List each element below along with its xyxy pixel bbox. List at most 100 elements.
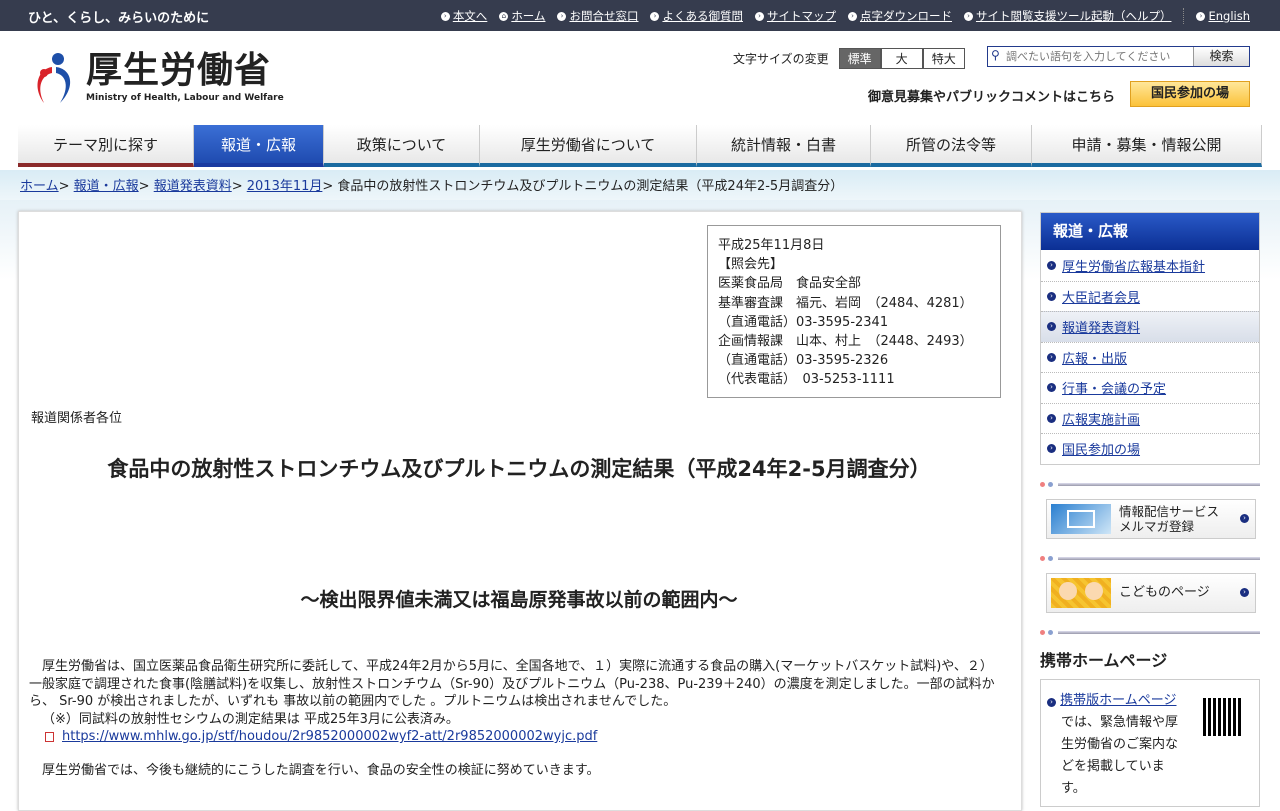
contact-line: 【照会先】 — [718, 257, 784, 273]
kokumin-button[interactable]: 国民参加の場 — [1130, 81, 1250, 107]
font-size-label: 文字サイズの変更 — [733, 52, 829, 66]
nav-about[interactable]: 厚生労働省について — [480, 125, 697, 167]
sidebar-link[interactable]: 行事・会議の予定 — [1062, 378, 1166, 397]
breadcrumb-releases[interactable]: 報道発表資料 — [154, 179, 232, 194]
contact-box: 平成25年11月8日 【照会先】 医薬食品局 食品安全部 基準審査課 福元、岩岡… — [707, 225, 1001, 398]
breadcrumb-home[interactable]: ホーム — [20, 179, 59, 194]
article-body: 厚生労働省は、国立医薬品食品衛生研究所に委託して、平成24年2月から5月に、全国… — [29, 658, 1004, 779]
font-size-xlarge[interactable]: 特大 — [922, 48, 965, 69]
nav-policy[interactable]: 政策について — [324, 125, 480, 167]
release-date: 平成25年11月8日 — [718, 238, 825, 253]
breadcrumb-month[interactable]: 2013年11月 — [247, 179, 323, 194]
sidebar-link[interactable]: 広報・出版 — [1062, 348, 1127, 367]
mobile-text: では、緊急情報や厚生労働省のご案内などを掲載しています。 — [1061, 714, 1179, 796]
tagline: ひと、くらし、みらいのために — [28, 11, 210, 26]
font-size-large[interactable]: 大 — [880, 48, 923, 69]
pdf-icon — [45, 731, 54, 742]
sidebar-link[interactable]: 厚生労働省広報基本指針 — [1062, 256, 1205, 275]
sidebar-link[interactable]: 報道発表資料 — [1062, 317, 1140, 336]
global-nav: テーマ別に探す 報道・広報 政策について 厚生労働省について 統計情報・白書 所… — [18, 125, 1262, 167]
font-size-control: 文字サイズの変更 標準 大 特大 — [733, 48, 965, 69]
kids-page-banner[interactable]: こどものページ › — [1046, 572, 1256, 613]
page-subtitle: ～検出限界値未満又は福島原発事故以前の範囲内～ — [300, 589, 738, 611]
paragraph: 厚生労働省では、今後も継続的にこうした調査を行い、食品の安全性の検証に努めていき… — [42, 762, 600, 778]
link-contact[interactable]: › お問合せ窓口 — [557, 8, 638, 24]
logo-text: 厚生労働省 — [86, 50, 272, 91]
link-label: お問合せ窓口 — [569, 9, 639, 23]
sidebar-item[interactable]: › 大臣記者会見 — [1041, 280, 1259, 312]
page-title: 食品中の放射性ストロンチウム及びプルトニウムの測定結果（平成24年2-5月調査分… — [107, 457, 931, 481]
search-icon: ⚲ — [991, 48, 1000, 62]
main-content: 平成25年11月8日 【照会先】 医薬食品局 食品安全部 基準審査課 福元、岩岡… — [18, 211, 1022, 811]
sidebar-item[interactable]: › 厚生労働省広報基本指針 — [1041, 250, 1259, 281]
pdf-link[interactable]: https://www.mhlw.go.jp/stf/houdou/2r9852… — [62, 729, 597, 744]
link-english[interactable]: › English — [1183, 8, 1250, 24]
banner-line: 情報配信サービス — [1119, 503, 1220, 519]
arrow-icon: › — [1047, 260, 1056, 270]
sidebar-item[interactable]: › 広報・出版 — [1041, 341, 1259, 373]
contact-line: （代表電話） 03-5253-1111 — [718, 372, 895, 388]
link-accessibility-tool[interactable]: › サイト閲覧支援ツール起動（ヘルプ） — [963, 8, 1172, 24]
arrow-icon: › — [1240, 588, 1249, 597]
header: 厚生労働省 Ministry of Health, Labour and Wel… — [0, 31, 1280, 123]
note: （※）同試料の放射性セシウムの測定結果は 平成25年3月に公表済み。 — [42, 711, 459, 727]
nav-applications[interactable]: 申請・募集・情報公開 — [1032, 125, 1262, 167]
search-button[interactable]: 検索 — [1193, 47, 1249, 66]
arrow-icon: › — [557, 11, 567, 21]
link-label: サイト閲覧支援ツール起動（ヘルプ） — [975, 9, 1172, 23]
breadcrumb-current: 食品中の放射性ストロンチウム及びプルトニウムの測定結果（平成24年2-5月調査分… — [337, 179, 844, 194]
search-box: ⚲ 検索 — [987, 46, 1250, 67]
arrow-icon: › — [1047, 383, 1056, 393]
banner-line: メルマガ登録 — [1119, 518, 1195, 534]
home-icon: ⌂ — [499, 11, 509, 21]
mobile-box: › 携帯版ホームページでは、緊急情報や厚生労働省のご案内などを掲載しています。 — [1040, 678, 1260, 807]
sidebar-link[interactable]: 大臣記者会見 — [1062, 287, 1140, 306]
arrow-icon: › — [1196, 11, 1206, 21]
link-braille[interactable]: › 点字ダウンロード — [847, 8, 952, 24]
sidebar-heading[interactable]: 報道・広報 — [1041, 213, 1259, 250]
arrow-icon: › — [1047, 697, 1056, 707]
nav-theme[interactable]: テーマ別に探す — [18, 125, 194, 167]
nav-statistics[interactable]: 統計情報・白書 — [697, 125, 871, 167]
sidebar-item[interactable]: › 広報実施計画 — [1041, 402, 1259, 434]
arrow-icon: › — [1047, 413, 1056, 423]
sidebar-item[interactable]: › 行事・会議の予定 — [1041, 372, 1259, 403]
sidebar-item-current[interactable]: › 報道発表資料 — [1041, 311, 1259, 342]
divider — [1040, 477, 1260, 493]
contact-line: 医薬食品局 食品安全部 — [718, 276, 862, 292]
link-faq[interactable]: › よくある御質問 — [650, 8, 743, 24]
nav-laws[interactable]: 所管の法令等 — [871, 125, 1032, 167]
children-icon — [1051, 577, 1111, 608]
sidebar-link[interactable]: 国民参加の場 — [1062, 439, 1140, 458]
mobile-link[interactable]: 携帯版ホームページ — [1060, 693, 1176, 708]
nav-press[interactable]: 報道・広報 — [194, 125, 324, 167]
breadcrumb-press[interactable]: 報道・広報 — [74, 179, 139, 194]
top-bar: ひと、くらし、みらいのために › 本文へ ⌂ ホーム › お問合せ窓口 › よくある御質… — [0, 0, 1280, 31]
sidebar-menu: 報道・広報 › 厚生労働省広報基本指針 › 大臣記者会見 › 報道発表資料 › 広報・出… — [1040, 212, 1260, 465]
contact-line: 企画情報課 山本、村上 （2448、2493） — [718, 334, 973, 350]
utility-links: › 本文へ ⌂ ホーム › お問合せ窓口 › よくある御質問 › サイトマップ › 点字ダウ… — [440, 8, 1250, 24]
sidebar-item[interactable]: › 国民参加の場 — [1041, 433, 1259, 464]
font-size-standard[interactable]: 標準 — [838, 48, 881, 69]
logo[interactable]: 厚生労働省 Ministry of Health, Labour and Wel… — [30, 51, 284, 105]
mail-magazine-banner[interactable]: 情報配信サービス メルマガ登録 › — [1046, 498, 1256, 539]
search-input[interactable] — [988, 47, 1193, 66]
arrow-icon: › — [847, 11, 857, 21]
opinion-text: 御意見募集やパブリックコメントはこちら — [868, 90, 1116, 105]
breadcrumb: ホーム> 報道・広報> 報道発表資料> 2013年11月> 食品中の放射性ストロ… — [0, 170, 1280, 200]
contact-line: （直通電話）03-3595-2341 — [718, 314, 889, 330]
qr-code-icon — [1203, 697, 1241, 736]
link-label: サイトマップ — [766, 9, 836, 23]
link-home[interactable]: ⌂ ホーム — [499, 8, 545, 24]
arrow-icon: › — [754, 11, 764, 21]
arrow-icon: › — [1047, 352, 1056, 362]
arrow-icon: › — [963, 11, 973, 21]
contact-line: （直通電話）03-3595-2326 — [718, 353, 889, 369]
link-skip-to-content[interactable]: › 本文へ — [440, 8, 487, 24]
sidebar-link[interactable]: 広報実施計画 — [1062, 409, 1140, 428]
paragraph: 厚生労働省は、国立医薬品食品衛生研究所に委託して、平成24年2月から5月に、全国… — [29, 659, 995, 709]
link-label: ホーム — [511, 9, 546, 23]
button-label: 国民参加の場 — [1151, 86, 1230, 101]
link-sitemap[interactable]: › サイトマップ — [754, 8, 836, 24]
envelope-icon — [1051, 503, 1111, 534]
